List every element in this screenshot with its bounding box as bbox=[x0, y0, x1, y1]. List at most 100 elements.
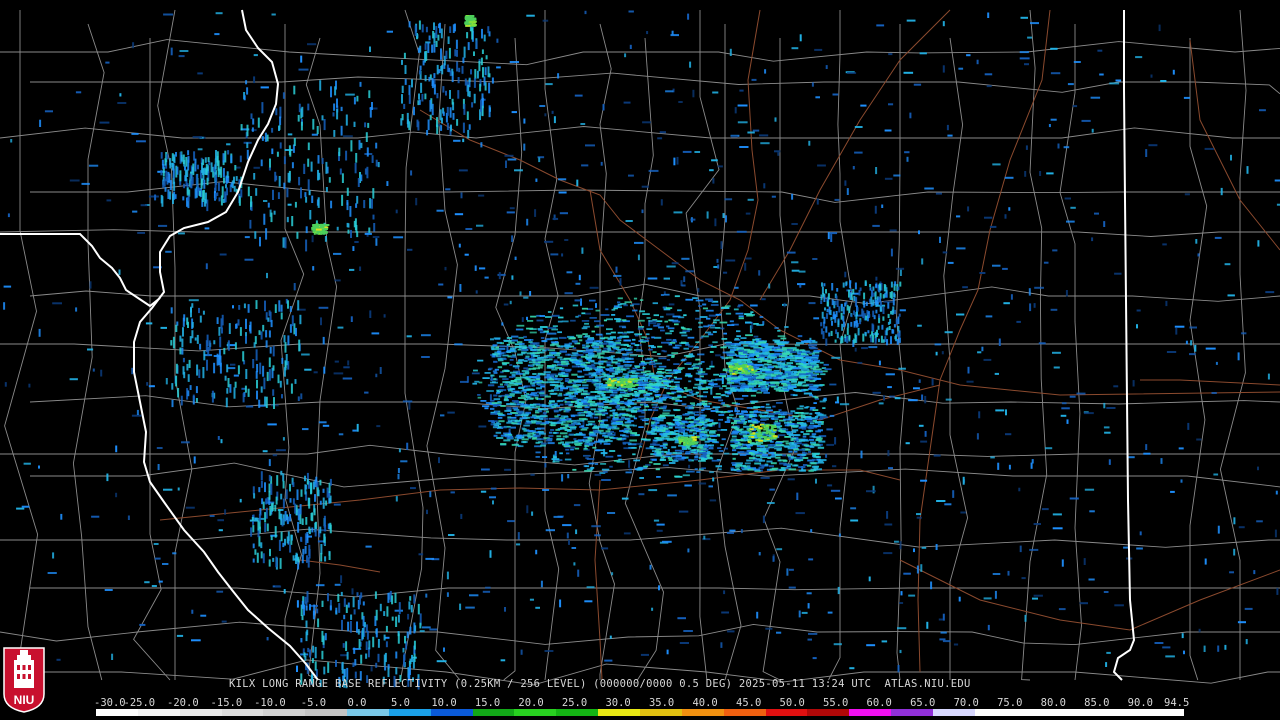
echo-speck bbox=[277, 374, 280, 384]
echo-speck bbox=[233, 387, 236, 399]
echo-speck bbox=[566, 532, 569, 539]
echo-speck bbox=[512, 375, 516, 378]
echo-speck bbox=[757, 360, 763, 363]
echo-speck bbox=[721, 402, 725, 404]
echo-speck bbox=[718, 422, 721, 428]
echo-speck bbox=[504, 383, 509, 386]
echo-speck bbox=[560, 441, 565, 444]
echo-speck bbox=[670, 342, 676, 344]
echo-speck bbox=[967, 366, 970, 374]
echo-speck bbox=[703, 535, 706, 540]
echo-speck bbox=[515, 328, 524, 331]
echo-speck bbox=[600, 161, 603, 166]
echo-speck bbox=[311, 235, 314, 243]
echo-speck bbox=[681, 334, 688, 337]
echo-speck bbox=[542, 408, 549, 411]
echo-speck bbox=[500, 443, 507, 445]
echo-speck bbox=[293, 283, 296, 291]
echo-speck bbox=[479, 83, 482, 92]
echo-speck bbox=[558, 336, 567, 339]
echo-speck bbox=[678, 368, 683, 371]
echo-speck bbox=[730, 348, 736, 351]
echo-speck bbox=[750, 394, 756, 397]
echo-speck bbox=[801, 359, 812, 362]
echo-speck bbox=[582, 333, 588, 335]
echo-speck bbox=[709, 365, 715, 368]
echo-speck bbox=[493, 398, 501, 401]
echo-speck bbox=[274, 171, 277, 182]
echo-speck bbox=[164, 187, 167, 192]
echo-speck bbox=[268, 369, 271, 381]
echo-speck bbox=[526, 327, 534, 330]
echo-speck bbox=[605, 430, 611, 433]
echo-speck bbox=[477, 359, 484, 362]
echo-speck bbox=[313, 371, 318, 374]
echo-speck bbox=[91, 515, 100, 518]
echo-speck bbox=[480, 400, 487, 402]
echo-speck bbox=[189, 385, 192, 390]
echo-speck bbox=[812, 368, 822, 371]
echo-speck bbox=[549, 384, 556, 386]
echo-speck bbox=[409, 596, 412, 601]
echo-speck bbox=[726, 416, 733, 419]
echo-speck bbox=[777, 335, 786, 338]
echo-speck bbox=[301, 518, 304, 525]
echo-speck bbox=[629, 346, 633, 349]
echo-speck bbox=[175, 363, 178, 374]
echo-speck bbox=[582, 384, 589, 387]
echo-speck bbox=[271, 502, 274, 511]
echo-speck bbox=[449, 26, 452, 33]
echo-speck bbox=[720, 444, 724, 446]
echo-speck bbox=[644, 379, 648, 382]
echo-speck bbox=[1010, 294, 1013, 300]
echo-speck bbox=[247, 388, 250, 397]
echo-speck bbox=[427, 119, 430, 131]
echo-speck bbox=[550, 429, 555, 431]
echo-speck bbox=[827, 611, 833, 614]
echo-speck bbox=[576, 350, 584, 353]
echo-speck bbox=[521, 413, 530, 416]
echo-speck bbox=[264, 512, 267, 523]
echo-speck bbox=[730, 375, 737, 378]
echo-speck bbox=[435, 26, 438, 38]
echo-speck bbox=[431, 80, 434, 89]
echo-speck bbox=[617, 301, 621, 304]
echo-speck bbox=[1259, 109, 1266, 112]
echo-speck bbox=[581, 327, 588, 330]
echo-speck bbox=[677, 394, 682, 397]
echo-speck bbox=[798, 610, 801, 618]
echo-speck bbox=[358, 140, 361, 150]
echo-speck bbox=[849, 667, 855, 670]
echo-speck bbox=[887, 386, 892, 389]
echo-speck bbox=[369, 46, 371, 52]
echo-speck bbox=[265, 330, 268, 338]
echo-speck bbox=[550, 341, 557, 344]
echo-speck bbox=[285, 354, 288, 366]
echo-speck bbox=[635, 334, 639, 337]
echo-speck bbox=[301, 554, 304, 564]
echo-speck bbox=[300, 55, 303, 63]
echo-speck bbox=[418, 20, 421, 30]
echo-speck bbox=[162, 164, 165, 169]
echo-speck bbox=[581, 312, 586, 315]
echo-speck bbox=[893, 174, 901, 177]
echo-speck bbox=[530, 382, 535, 385]
echo-speck bbox=[606, 363, 611, 366]
echo-speck bbox=[559, 403, 564, 406]
echo-speck bbox=[314, 646, 317, 659]
echo-speck bbox=[1028, 288, 1031, 296]
echo-speck bbox=[237, 319, 240, 326]
echo-speck bbox=[924, 395, 927, 404]
echo-speck bbox=[278, 509, 281, 520]
echo-speck bbox=[395, 651, 398, 659]
echo-speck bbox=[727, 630, 735, 633]
echo-speck bbox=[601, 547, 609, 550]
echo-speck bbox=[495, 431, 502, 434]
echo-speck bbox=[536, 438, 545, 441]
echo-speck bbox=[496, 392, 500, 395]
echo-speck bbox=[936, 500, 946, 502]
echo-speck bbox=[589, 299, 596, 302]
echo-speck bbox=[497, 354, 502, 357]
echo-speck bbox=[362, 601, 365, 606]
echo-speck bbox=[808, 632, 818, 635]
